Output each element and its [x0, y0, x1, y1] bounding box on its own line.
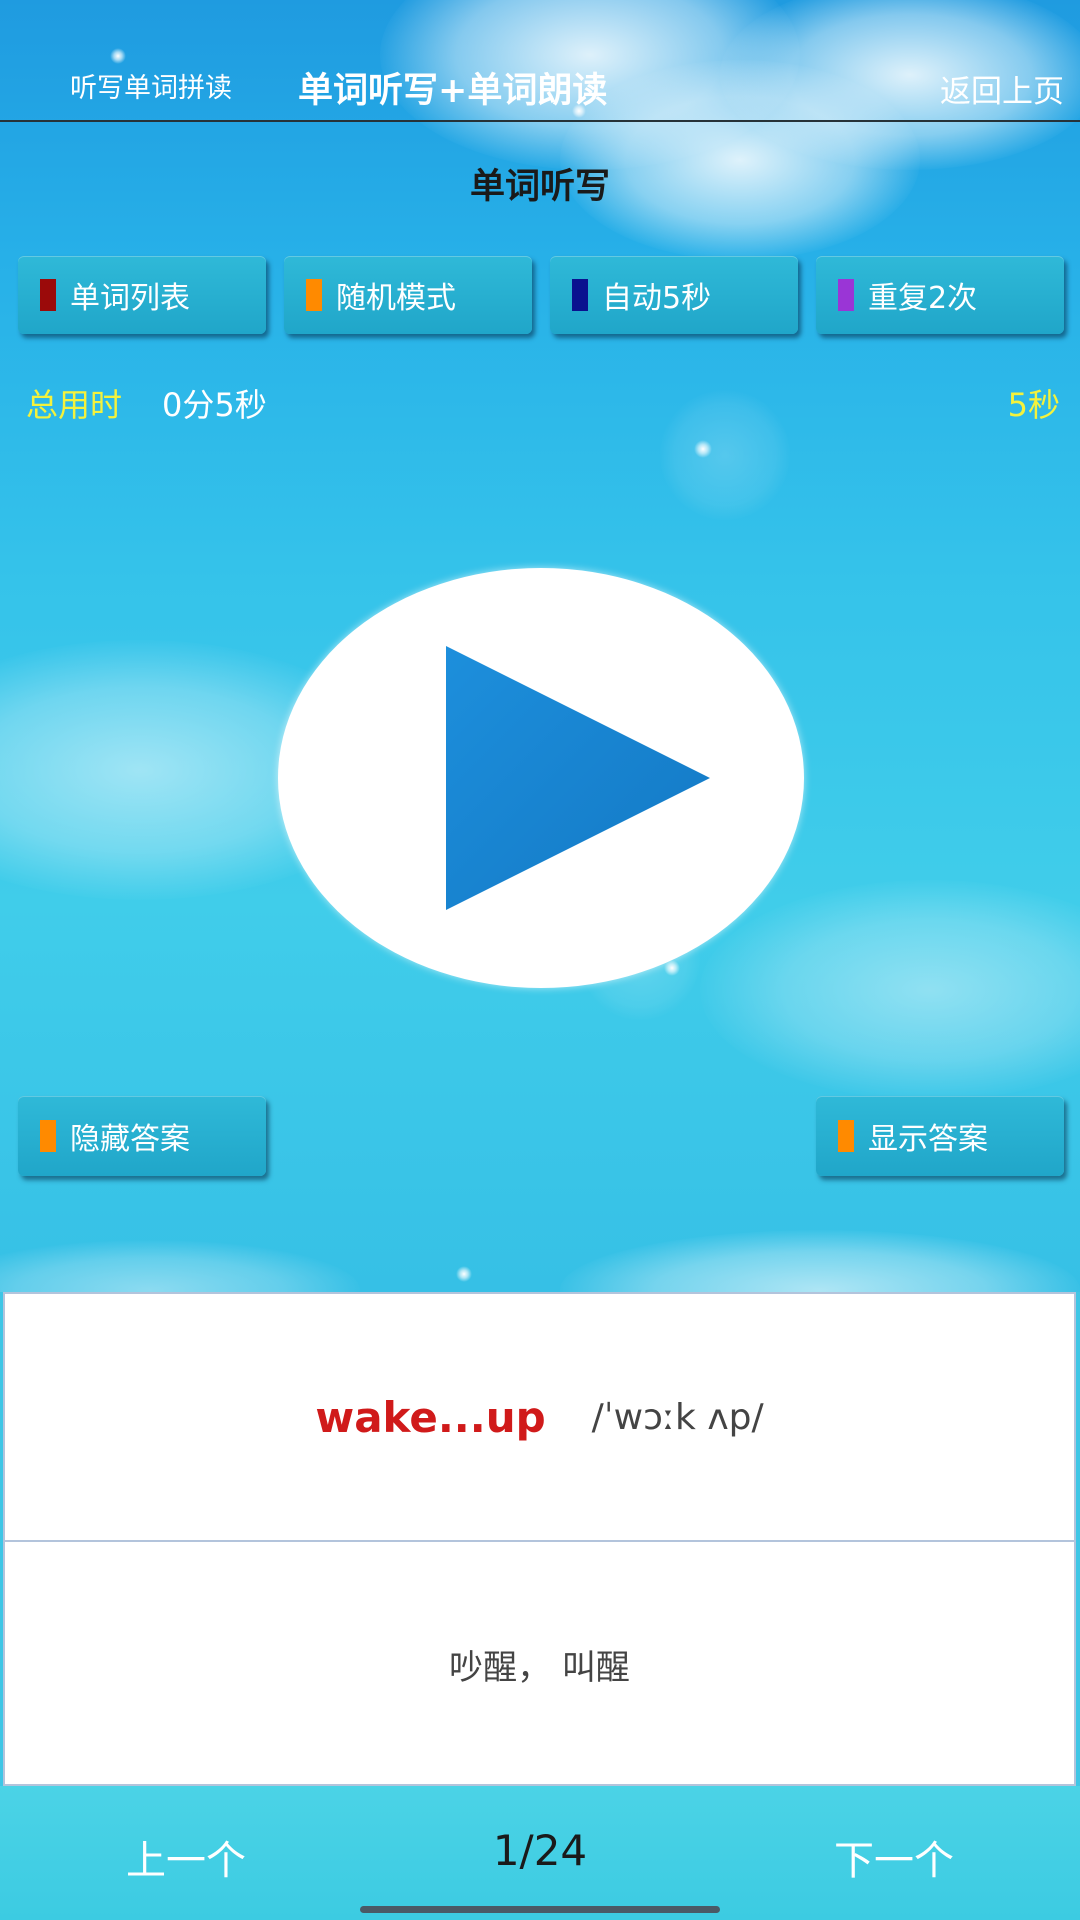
- hide-answer-button[interactable]: 隐藏答案: [18, 1096, 266, 1176]
- word-list-button[interactable]: 单词列表: [18, 256, 266, 334]
- bottom-navigation: 上一个 1/24 下一个: [0, 1786, 1080, 1920]
- next-button[interactable]: 下一个: [834, 1828, 954, 1886]
- hide-answer-label: 隐藏答案: [70, 1122, 190, 1157]
- random-mode-button[interactable]: 随机模式: [284, 256, 532, 334]
- meaning-row: 吵醒， 叫醒: [5, 1542, 1074, 1786]
- word-list-marker: [40, 279, 56, 311]
- play-button[interactable]: [278, 568, 804, 988]
- random-mode-marker: [306, 279, 322, 311]
- auto-interval-label: 自动5秒: [602, 281, 712, 316]
- sparkle: [456, 1266, 472, 1282]
- repeat-count-label: 重复2次: [868, 281, 978, 316]
- show-answer-marker: [838, 1120, 854, 1152]
- show-answer-label: 显示答案: [868, 1122, 988, 1157]
- auto-interval-marker: [572, 279, 588, 311]
- phonetic-text: /ˈwɔːk ʌp/: [591, 1396, 764, 1438]
- repeat-count-marker: [838, 279, 854, 311]
- random-mode-label: 随机模式: [336, 281, 456, 316]
- word-row: wake...up /ˈwɔːk ʌp/: [5, 1294, 1074, 1540]
- cloud: [0, 1240, 360, 1292]
- word-card: wake...up /ˈwɔːk ʌp/ 吵醒， 叫醒: [3, 1292, 1076, 1786]
- hide-answer-marker: [40, 1120, 56, 1152]
- word-text: wake...up: [315, 1392, 546, 1442]
- meaning-text: 吵醒， 叫醒: [449, 1647, 630, 1688]
- page-title: 单词听写+单词朗读: [298, 71, 608, 111]
- cloud: [560, 1230, 1080, 1292]
- repeat-count-button[interactable]: 重复2次: [816, 256, 1064, 334]
- section-title: 单词听写: [469, 167, 610, 207]
- word-list-label: 单词列表: [70, 281, 190, 316]
- light-halo: [660, 390, 790, 520]
- sparkle: [694, 440, 712, 458]
- play-icon: [446, 646, 710, 910]
- total-time-value: 0分5秒: [162, 386, 267, 424]
- back-button[interactable]: 返回上页: [940, 66, 1064, 111]
- auto-interval-button[interactable]: 自动5秒: [550, 256, 798, 334]
- home-indicator[interactable]: [360, 1906, 720, 1913]
- header-subtitle: 听写单词拼读: [70, 73, 232, 104]
- header-bar: 听写单词拼读 单词听写+单词朗读 返回上页: [0, 0, 1080, 122]
- show-answer-button[interactable]: 显示答案: [816, 1096, 1064, 1176]
- total-time-label: 总用时: [26, 386, 123, 424]
- interval-countdown: 5秒: [1007, 386, 1060, 424]
